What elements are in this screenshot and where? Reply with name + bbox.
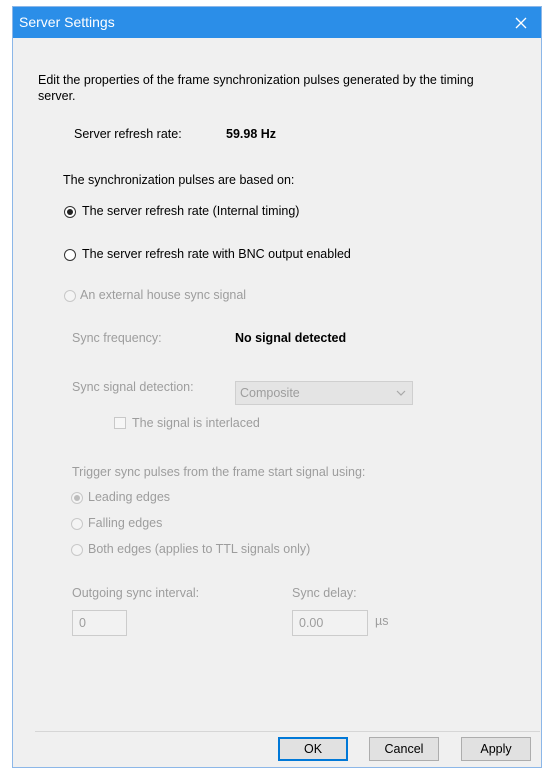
cancel-button[interactable]: Cancel: [369, 737, 439, 761]
intro-text: Edit the properties of the frame synchro…: [38, 73, 474, 103]
sync-delay-field[interactable]: [292, 610, 368, 636]
button-separator: [35, 731, 540, 732]
sync-frequency-value: No signal detected: [235, 331, 347, 345]
radio-label[interactable]: Both edges (applies to TTL signals only): [88, 542, 310, 556]
outgoing-interval-label: Outgoing sync interval:: [72, 586, 200, 600]
radio-button[interactable]: [64, 206, 76, 218]
outgoing-interval-field[interactable]: [72, 610, 127, 636]
title-bar[interactable]: Server Settings: [13, 7, 541, 38]
radio-label[interactable]: An external house sync signal: [80, 288, 246, 302]
refresh-rate-label: Server refresh rate:: [74, 127, 182, 141]
ok-button[interactable]: OK: [278, 737, 348, 761]
sync-frequency-label: Sync frequency:: [72, 331, 162, 345]
sync-detection-value: Composite: [240, 386, 300, 400]
pulses-heading: The synchronization pulses are based on:: [63, 173, 295, 187]
radio-label[interactable]: The server refresh rate with BNC output …: [82, 247, 351, 261]
radio-label[interactable]: Leading edges: [88, 490, 170, 504]
chevron-down-icon: [396, 390, 406, 396]
interlaced-label[interactable]: The signal is interlaced: [132, 416, 260, 430]
radio-button[interactable]: [64, 249, 76, 261]
radio-button[interactable]: [71, 518, 83, 530]
window-title: Server Settings: [19, 14, 115, 30]
close-button[interactable]: [501, 7, 541, 38]
sync-detection-label: Sync signal detection:: [72, 380, 194, 394]
interlaced-checkbox[interactable]: [114, 417, 126, 429]
outgoing-interval-input[interactable]: [73, 611, 126, 635]
radio-button[interactable]: [71, 544, 83, 556]
server-settings-dialog: Server Settings Edit the properties of t…: [12, 6, 542, 768]
sync-delay-unit: µs: [375, 614, 389, 628]
close-icon: [515, 17, 527, 28]
sync-detection-dropdown[interactable]: Composite: [235, 381, 413, 405]
radio-label[interactable]: The server refresh rate (Internal timing…: [82, 204, 299, 218]
apply-button[interactable]: Apply: [461, 737, 531, 761]
trigger-heading: Trigger sync pulses from the frame start…: [72, 465, 366, 479]
radio-button[interactable]: [64, 290, 76, 302]
sync-delay-label: Sync delay:: [292, 586, 357, 600]
refresh-rate-value: 59.98 Hz: [226, 127, 277, 141]
radio-label[interactable]: Falling edges: [88, 516, 162, 530]
radio-button[interactable]: [71, 492, 83, 504]
sync-delay-input[interactable]: [293, 611, 367, 635]
